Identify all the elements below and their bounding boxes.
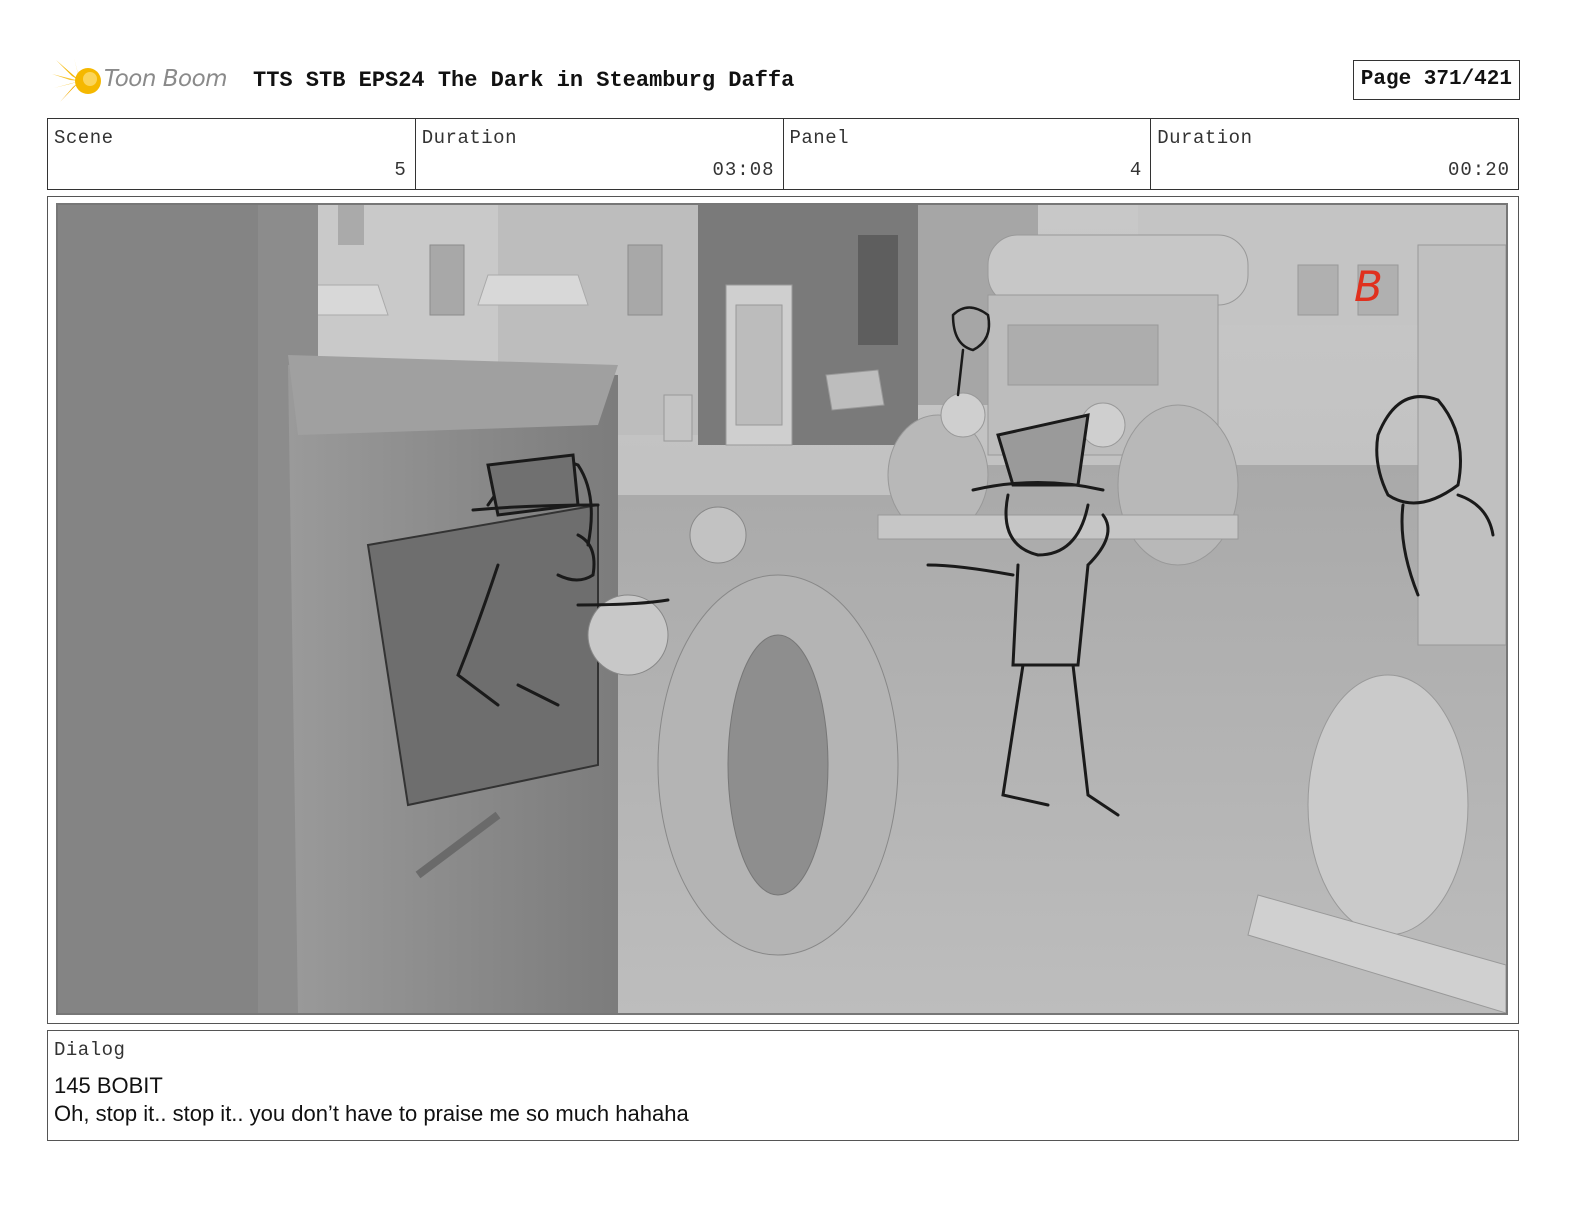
panel-duration-value: 00:20 (1447, 159, 1510, 181)
panel-duration-label: Duration (1157, 127, 1253, 149)
scene-duration-label: Duration (421, 127, 517, 149)
panel-cell: Panel 4 (782, 119, 1151, 189)
scene-label: Scene (54, 127, 114, 149)
panel-value: 4 (1129, 159, 1143, 181)
logo-text: Toon Boom (104, 66, 228, 92)
scene-info-row: Scene 5 Duration 03:08 Panel 4 Duration … (47, 118, 1519, 190)
scene-value: 5 (394, 159, 407, 181)
document-title: TTS STB EPS24 The Dark in Steamburg Daff… (253, 68, 795, 93)
panel-duration-cell: Duration 00:20 (1150, 119, 1518, 189)
panel-label: Panel (789, 127, 850, 149)
dialog-line: Oh, stop it.. stop it.. you don’t have t… (54, 1101, 689, 1126)
bench (825, 369, 885, 411)
scene-duration-cell: Duration 03:08 (414, 119, 783, 189)
storyboard-panel-frame: B (47, 196, 1519, 1024)
page-header: Toon Boom TTS STB EPS24 The Dark in Stea… (48, 56, 1520, 106)
scene-cell: Scene 5 (48, 119, 415, 189)
toon-boom-logo: Toon Boom (52, 56, 242, 106)
panel-drawing: B (58, 205, 1506, 1013)
scene-duration-value: 03:08 (712, 159, 775, 181)
page-indicator: Page 371/421 (1352, 60, 1520, 100)
storyboard-panel-image: B (56, 203, 1508, 1015)
phone-booth (725, 284, 793, 446)
dialog-label: Dialog (54, 1039, 126, 1061)
dialog-speaker: 145 BOBIT (54, 1073, 163, 1098)
panel-mark: B (1354, 262, 1383, 311)
awning (477, 274, 589, 306)
dialog-box: Dialog 145 BOBIT Oh, stop it.. stop it..… (47, 1030, 1519, 1141)
trash-can (663, 394, 693, 442)
logo-star-icon (52, 58, 101, 102)
